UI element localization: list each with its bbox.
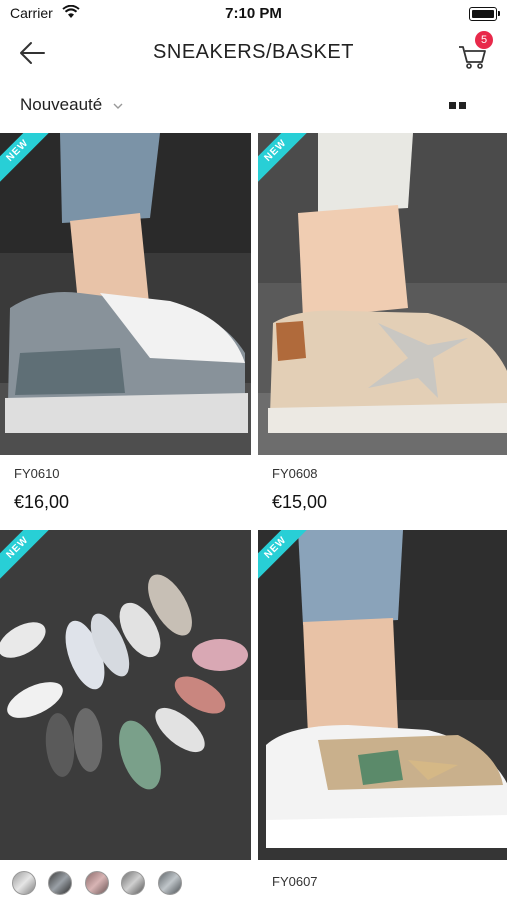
product-price: €15,00 [272, 492, 328, 512]
nav-bar: SNEAKERS/BASKET 5 [0, 28, 507, 78]
product-card[interactable]: NEW FY0610 €16,00 [0, 133, 251, 513]
page-title: SNEAKERS/BASKET [153, 41, 354, 63]
product-photo-sneaker-collection [0, 530, 251, 860]
filter-bar: Nouveauté [0, 80, 507, 132]
product-card[interactable]: NEW [0, 530, 251, 900]
product-sku: FY0607 [272, 874, 318, 889]
color-swatch[interactable] [121, 871, 146, 895]
color-swatch[interactable] [84, 871, 109, 895]
status-bar: Carrier 7:10 PM [0, 0, 507, 28]
product-photo-sneaker [0, 133, 251, 455]
product-image[interactable]: NEW [0, 530, 251, 860]
product-card[interactable]: NEW FY0608 €15,00 [258, 133, 507, 513]
sort-dropdown[interactable]: Nouveauté [20, 95, 123, 115]
product-photo-sneaker [258, 530, 507, 860]
color-swatches [12, 871, 190, 895]
color-swatch[interactable] [48, 871, 73, 895]
sort-label: Nouveauté [20, 95, 103, 114]
product-sku: FY0608 [272, 466, 318, 481]
product-price: €16,00 [14, 492, 70, 512]
product-image[interactable]: NEW [0, 133, 251, 455]
grid-view-toggle-icon[interactable] [449, 102, 467, 110]
color-swatch[interactable] [12, 871, 36, 895]
product-sku: FY0610 [14, 466, 60, 481]
product-photo-sneaker [258, 133, 507, 455]
product-image[interactable]: NEW [258, 530, 507, 860]
color-swatch[interactable] [157, 871, 182, 895]
chevron-down-icon [113, 103, 123, 109]
cart-count-badge: 5 [475, 31, 493, 49]
battery-icon [469, 7, 500, 21]
product-image[interactable]: NEW [258, 133, 507, 455]
product-card[interactable]: NEW FY0607 [258, 530, 507, 900]
clock: 7:10 PM [225, 5, 282, 22]
